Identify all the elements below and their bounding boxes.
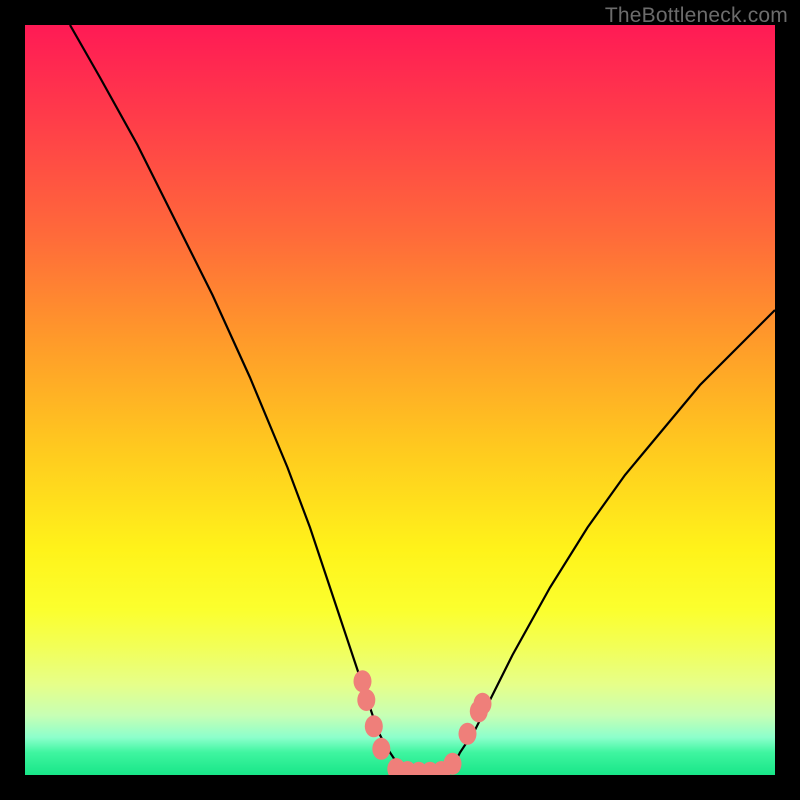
curve-marker (357, 689, 375, 711)
curve-marker (444, 753, 462, 775)
chart-plot-area (25, 25, 775, 775)
curve-marker (365, 715, 383, 737)
curve-markers (354, 670, 492, 775)
chart-frame: TheBottleneck.com (0, 0, 800, 800)
curve-marker (459, 723, 477, 745)
bottleneck-curve (70, 25, 775, 775)
curve-marker (354, 670, 372, 692)
chart-svg (25, 25, 775, 775)
curve-marker (372, 738, 390, 760)
curve-marker (474, 693, 492, 715)
